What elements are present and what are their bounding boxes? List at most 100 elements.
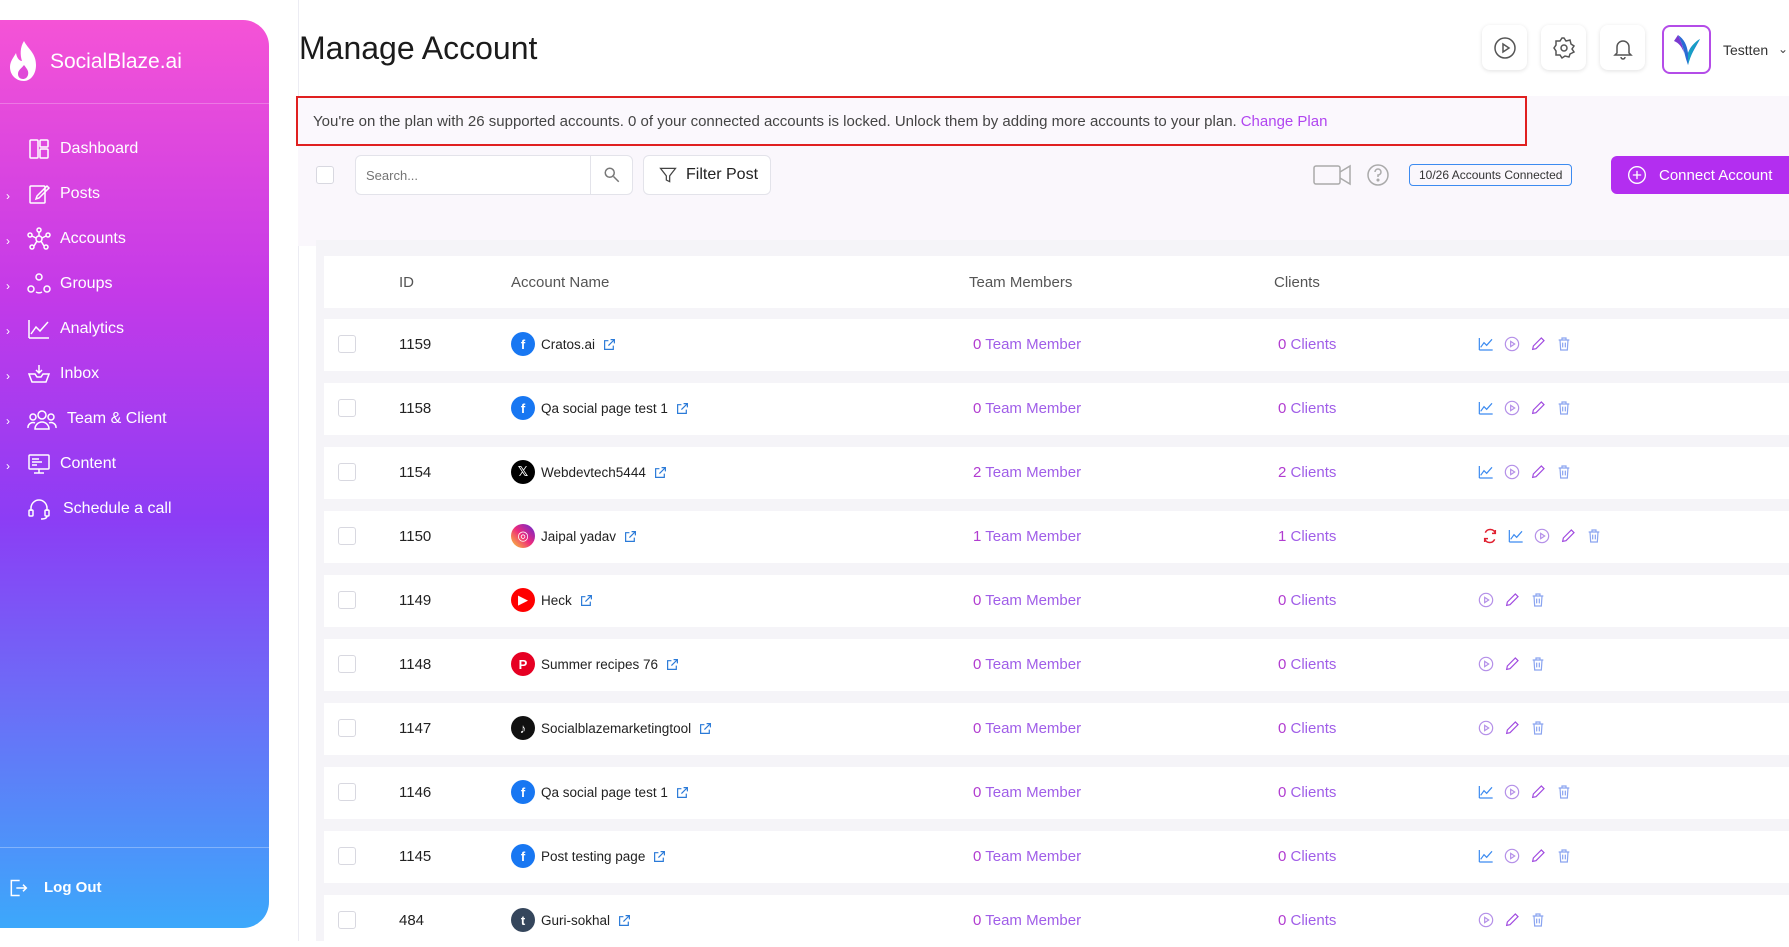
play-action-icon[interactable] bbox=[1477, 719, 1495, 737]
external-link-icon[interactable] bbox=[666, 658, 679, 671]
edit-action-icon[interactable] bbox=[1503, 719, 1521, 737]
trash-action-icon[interactable] bbox=[1555, 399, 1573, 417]
trash-action-icon[interactable] bbox=[1555, 847, 1573, 865]
external-link-icon[interactable] bbox=[624, 530, 637, 543]
play-action-icon[interactable] bbox=[1503, 783, 1521, 801]
edit-action-icon[interactable] bbox=[1529, 783, 1547, 801]
row-checkbox[interactable] bbox=[338, 911, 356, 929]
analytics-action-icon[interactable] bbox=[1477, 399, 1495, 417]
edit-action-icon[interactable] bbox=[1503, 655, 1521, 673]
clients-link[interactable]: 0 Clients bbox=[1278, 912, 1336, 929]
play-action-icon[interactable] bbox=[1503, 847, 1521, 865]
play-action-icon[interactable] bbox=[1477, 591, 1495, 609]
sidebar-item-accounts[interactable]: › Accounts bbox=[0, 217, 269, 262]
sidebar-item-schedule-call[interactable]: Schedule a call bbox=[0, 487, 269, 532]
team-members-link[interactable]: 0 Team Member bbox=[973, 400, 1081, 417]
connect-account-button[interactable]: Connect Account bbox=[1611, 156, 1789, 194]
external-link-icon[interactable] bbox=[580, 594, 593, 607]
clients-link[interactable]: 0 Clients bbox=[1278, 720, 1336, 737]
row-checkbox[interactable] bbox=[338, 655, 356, 673]
clients-link[interactable]: 0 Clients bbox=[1278, 336, 1336, 353]
chevron-down-icon[interactable]: ⌄ bbox=[1778, 42, 1788, 56]
filter-post-button[interactable]: Filter Post bbox=[643, 155, 771, 195]
edit-action-icon[interactable] bbox=[1529, 847, 1547, 865]
external-link-icon[interactable] bbox=[676, 786, 689, 799]
username[interactable]: Testten bbox=[1723, 42, 1768, 58]
team-members-link[interactable]: 0 Team Member bbox=[973, 592, 1081, 609]
team-members-link[interactable]: 0 Team Member bbox=[973, 720, 1081, 737]
analytics-action-icon[interactable] bbox=[1477, 463, 1495, 481]
clients-link[interactable]: 0 Clients bbox=[1278, 400, 1336, 417]
refresh-action-icon[interactable] bbox=[1481, 527, 1499, 545]
sidebar-item-dashboard[interactable]: Dashboard bbox=[0, 127, 269, 172]
help-icon[interactable] bbox=[1366, 163, 1390, 187]
edit-action-icon[interactable] bbox=[1529, 399, 1547, 417]
analytics-action-icon[interactable] bbox=[1477, 335, 1495, 353]
team-members-link[interactable]: 2 Team Member bbox=[973, 464, 1081, 481]
row-checkbox[interactable] bbox=[338, 783, 356, 801]
trash-action-icon[interactable] bbox=[1529, 655, 1547, 673]
analytics-action-icon[interactable] bbox=[1477, 783, 1495, 801]
account-name[interactable]: Jaipal yadav bbox=[541, 529, 616, 544]
sidebar-item-content[interactable]: › Content bbox=[0, 442, 269, 487]
brand[interactable]: SocialBlaze.ai bbox=[0, 20, 269, 104]
logout-button[interactable]: Log Out bbox=[0, 847, 269, 927]
clients-link[interactable]: 2 Clients bbox=[1278, 464, 1336, 481]
account-name[interactable]: Qa social page test 1 bbox=[541, 401, 668, 416]
change-plan-link[interactable]: Change Plan bbox=[1241, 113, 1328, 130]
play-action-icon[interactable] bbox=[1533, 527, 1551, 545]
account-name[interactable]: Heck bbox=[541, 593, 572, 608]
clients-link[interactable]: 0 Clients bbox=[1278, 784, 1336, 801]
account-name[interactable]: Guri-sokhal bbox=[541, 913, 610, 928]
play-tutorial-button[interactable] bbox=[1482, 25, 1527, 70]
edit-action-icon[interactable] bbox=[1503, 591, 1521, 609]
settings-button[interactable] bbox=[1541, 25, 1586, 70]
account-name[interactable]: Cratos.ai bbox=[541, 337, 595, 352]
account-name[interactable]: Socialblazemarketingtool bbox=[541, 721, 691, 736]
row-checkbox[interactable] bbox=[338, 527, 356, 545]
sidebar-item-posts[interactable]: › Posts bbox=[0, 172, 269, 217]
edit-action-icon[interactable] bbox=[1503, 911, 1521, 929]
row-checkbox[interactable] bbox=[338, 591, 356, 609]
trash-action-icon[interactable] bbox=[1529, 719, 1547, 737]
sidebar-item-groups[interactable]: › Groups bbox=[0, 262, 269, 307]
row-checkbox[interactable] bbox=[338, 399, 356, 417]
play-action-icon[interactable] bbox=[1503, 463, 1521, 481]
sidebar-item-inbox[interactable]: › Inbox bbox=[0, 352, 269, 397]
row-checkbox[interactable] bbox=[338, 463, 356, 481]
analytics-action-icon[interactable] bbox=[1477, 847, 1495, 865]
analytics-action-icon[interactable] bbox=[1507, 527, 1525, 545]
trash-action-icon[interactable] bbox=[1585, 527, 1603, 545]
team-members-link[interactable]: 0 Team Member bbox=[973, 656, 1081, 673]
clients-link[interactable]: 0 Clients bbox=[1278, 848, 1336, 865]
account-name[interactable]: Qa social page test 1 bbox=[541, 785, 668, 800]
external-link-icon[interactable] bbox=[603, 338, 616, 351]
row-checkbox[interactable] bbox=[338, 719, 356, 737]
external-link-icon[interactable] bbox=[653, 850, 666, 863]
select-all-checkbox[interactable] bbox=[316, 166, 334, 184]
row-checkbox[interactable] bbox=[338, 335, 356, 353]
notifications-button[interactable] bbox=[1600, 25, 1645, 70]
external-link-icon[interactable] bbox=[654, 466, 667, 479]
edit-action-icon[interactable] bbox=[1529, 463, 1547, 481]
search-button[interactable] bbox=[590, 156, 632, 194]
trash-action-icon[interactable] bbox=[1555, 783, 1573, 801]
clients-link[interactable]: 1 Clients bbox=[1278, 528, 1336, 545]
team-members-link[interactable]: 1 Team Member bbox=[973, 528, 1081, 545]
account-name[interactable]: Summer recipes 76 bbox=[541, 657, 658, 672]
avatar[interactable] bbox=[1662, 25, 1711, 74]
sidebar-item-team-client[interactable]: › Team & Client bbox=[0, 397, 269, 442]
row-checkbox[interactable] bbox=[338, 847, 356, 865]
clients-link[interactable]: 0 Clients bbox=[1278, 656, 1336, 673]
team-members-link[interactable]: 0 Team Member bbox=[973, 336, 1081, 353]
search-input[interactable] bbox=[356, 156, 591, 194]
trash-action-icon[interactable] bbox=[1529, 911, 1547, 929]
play-action-icon[interactable] bbox=[1477, 655, 1495, 673]
trash-action-icon[interactable] bbox=[1529, 591, 1547, 609]
edit-action-icon[interactable] bbox=[1559, 527, 1577, 545]
trash-action-icon[interactable] bbox=[1555, 335, 1573, 353]
clients-link[interactable]: 0 Clients bbox=[1278, 592, 1336, 609]
sidebar-item-analytics[interactable]: › Analytics bbox=[0, 307, 269, 352]
external-link-icon[interactable] bbox=[676, 402, 689, 415]
team-members-link[interactable]: 0 Team Member bbox=[973, 912, 1081, 929]
